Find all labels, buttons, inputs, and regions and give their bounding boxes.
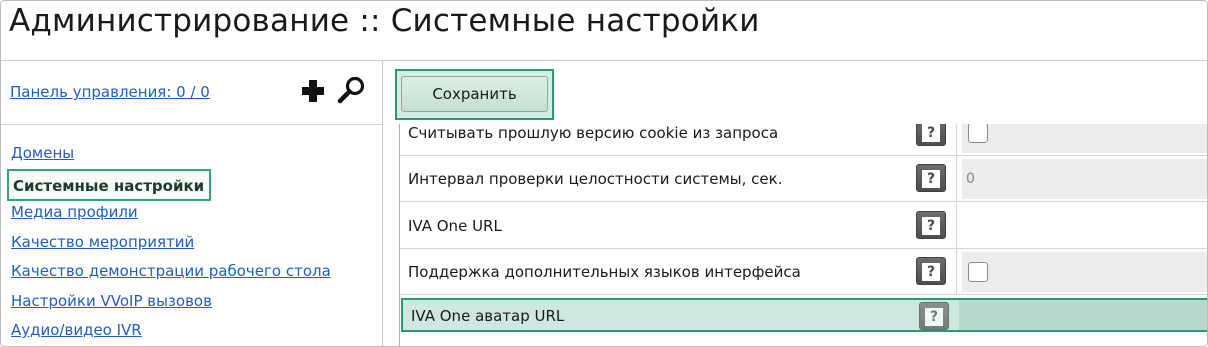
help-icon[interactable]: ? <box>916 257 946 285</box>
control-panel-link[interactable]: Панель управления: 0 / 0 <box>10 83 210 101</box>
value-cell <box>962 252 1207 292</box>
sidebar: Панель управления: 0 / 0 Домены Системны… <box>1 61 383 346</box>
sidebar-item-vvoip-settings[interactable]: Настройки VVoIP вызовов <box>1 287 331 317</box>
sidebar-divider <box>1 124 383 125</box>
table-row: Поддержка дополнительных языков интерфей… <box>400 249 1207 295</box>
sidebar-item-label[interactable]: Домены <box>11 144 74 162</box>
help-glyph: ? <box>922 263 940 281</box>
sidebar-item-label[interactable]: Настройки VVoIP вызовов <box>11 292 212 310</box>
table-row-highlighted: IVA One аватар URL ? <box>401 298 1207 332</box>
help-icon[interactable]: ? <box>919 302 949 330</box>
help-glyph: ? <box>922 170 940 188</box>
setting-label: IVA One аватар URL <box>411 307 565 325</box>
column-divider <box>956 156 957 202</box>
iva-one-url-input[interactable] <box>962 206 1207 246</box>
sidebar-item-media-profiles[interactable]: Медиа профили <box>1 198 331 228</box>
column-divider <box>956 249 957 295</box>
page-title: Администрирование :: Системные настройки <box>9 3 760 39</box>
sidebar-item-system-settings[interactable]: Системные настройки <box>1 168 331 201</box>
app-window: Администрирование :: Системные настройки… <box>0 0 1208 347</box>
sidebar-item-av-ivr[interactable]: Аудио/видео IVR <box>1 316 331 346</box>
setting-label: Считывать прошлую версию cookie из запро… <box>408 124 779 142</box>
setting-label: IVA One URL <box>408 217 502 235</box>
settings-table: Считывать прошлую версию cookie из запро… <box>399 124 1207 346</box>
table-row: Интервал проверки целостности системы, с… <box>400 156 1207 202</box>
setting-checkbox[interactable] <box>968 124 988 143</box>
help-icon[interactable]: ? <box>916 164 946 192</box>
save-button-highlight: Сохранить <box>395 69 554 120</box>
sidebar-item-label[interactable]: Качество мероприятий <box>11 233 194 251</box>
sidebar-item-label[interactable]: Медиа профили <box>11 203 138 221</box>
help-icon[interactable]: ? <box>916 211 946 239</box>
sidebar-item-event-quality[interactable]: Качество мероприятий <box>1 228 331 258</box>
sidebar-menu: Домены Системные настройки Медиа профили… <box>1 139 331 346</box>
help-glyph: ? <box>925 308 943 326</box>
table-row: IVA One URL ? <box>400 203 1207 249</box>
sidebar-item-domains[interactable]: Домены <box>1 139 331 169</box>
iva-one-avatar-url-input[interactable] <box>959 300 1207 330</box>
help-icon[interactable]: ? <box>916 124 946 146</box>
column-divider <box>956 124 957 156</box>
sidebar-item-desktop-sharing-quality[interactable]: Качество демонстрации рабочего стола <box>1 257 331 287</box>
help-glyph: ? <box>922 124 940 142</box>
search-icon[interactable] <box>337 75 367 105</box>
column-divider <box>956 203 957 249</box>
setting-checkbox[interactable] <box>968 262 988 282</box>
save-button[interactable]: Сохранить <box>401 76 548 112</box>
plus-icon[interactable] <box>300 78 326 104</box>
setting-label: Интервал проверки целостности системы, с… <box>408 170 783 188</box>
help-glyph: ? <box>922 217 940 235</box>
value-cell <box>962 124 1207 153</box>
integrity-interval-input[interactable]: 0 <box>966 166 1206 192</box>
sidebar-item-label[interactable]: Аудио/видео IVR <box>11 321 142 339</box>
setting-label: Поддержка дополнительных языков интерфей… <box>408 263 801 281</box>
sidebar-item-label[interactable]: Системные настройки <box>7 168 212 201</box>
table-row: Считывать прошлую версию cookie из запро… <box>400 124 1207 156</box>
sidebar-item-label[interactable]: Качество демонстрации рабочего стола <box>11 262 331 280</box>
